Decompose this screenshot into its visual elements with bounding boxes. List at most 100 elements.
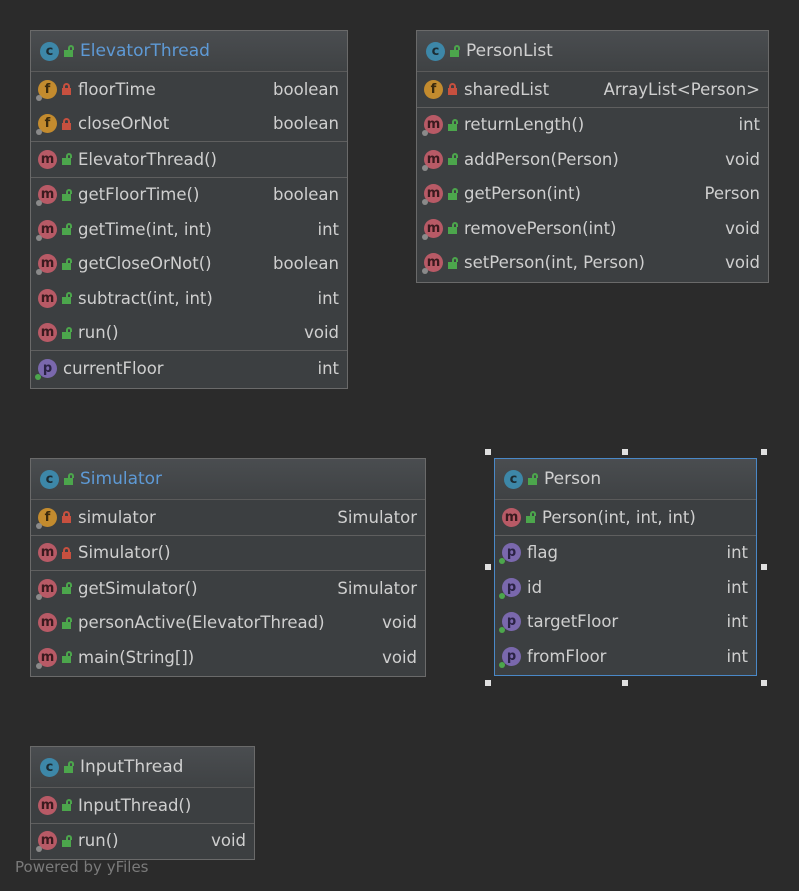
method-row[interactable]: m main(String[]) void [31, 640, 425, 675]
public-access-icon [62, 617, 72, 629]
method-row[interactable]: m getCloseOrNot() boolean [31, 247, 347, 282]
resize-handle-se[interactable] [761, 680, 767, 686]
resize-handle-s[interactable] [622, 680, 628, 686]
method-row[interactable]: m removePerson(int) void [417, 211, 768, 246]
method-row[interactable]: m getPerson(int) Person [417, 177, 768, 212]
public-access-icon [448, 222, 458, 235]
field-row[interactable]: f floorTime boolean [31, 72, 347, 107]
class-node-person-list[interactable]: c PersonList f sharedList ArrayList<Pers… [416, 30, 769, 283]
method-row[interactable]: m setPerson(int, Person) void [417, 246, 768, 281]
class-node-simulator[interactable]: c Simulator f simulator Simulator m Simu… [30, 458, 426, 677]
constructors-section: m Person(int, int, int) [495, 500, 756, 536]
method-return-type: void [211, 831, 246, 851]
public-access-icon [448, 153, 458, 166]
constructor-row[interactable]: m InputThread() [31, 788, 254, 823]
class-header: c PersonList [417, 31, 768, 72]
public-access-icon [64, 761, 74, 773]
method-name: removePerson(int) [464, 218, 617, 238]
resize-handle-sw[interactable] [485, 680, 491, 686]
class-name[interactable]: Simulator [80, 469, 162, 489]
public-access-icon [64, 45, 74, 57]
resize-handle-w[interactable] [485, 564, 491, 570]
class-node-elevator-thread[interactable]: c ElevatorThread f floorTime boolean f c… [30, 30, 348, 389]
field-icon: f [36, 79, 57, 101]
method-row[interactable]: m run() void [31, 824, 254, 859]
method-return-type: Simulator [337, 578, 417, 598]
method-return-type: int [317, 288, 339, 308]
properties-section: p flag int p id int p targetFloor int p … [495, 536, 756, 674]
method-name: run() [78, 831, 119, 851]
resize-handle-e[interactable] [761, 564, 767, 570]
class-header: c ElevatorThread [31, 31, 347, 72]
class-icon: c [40, 41, 59, 61]
method-icon: m [36, 254, 57, 276]
method-row[interactable]: m run() void [31, 316, 347, 351]
field-row[interactable]: f sharedList ArrayList<Person> [417, 72, 768, 107]
property-name: flag [527, 543, 558, 563]
property-row[interactable]: p currentFloor int [31, 351, 347, 386]
class-name[interactable]: InputThread [80, 757, 183, 777]
fields-section: f floorTime boolean f closeOrNot boolean [31, 72, 347, 142]
public-access-icon [62, 189, 72, 201]
public-access-icon [450, 45, 460, 57]
methods-section: m run() void [31, 824, 254, 859]
constructor-row[interactable]: m ElevatorThread() [31, 142, 347, 177]
resize-handle-n[interactable] [622, 449, 628, 455]
private-access-icon [62, 511, 72, 524]
method-row[interactable]: m personActive(ElevatorThread) void [31, 606, 425, 641]
method-row[interactable]: m addPerson(Person) void [417, 142, 768, 177]
method-return-type: boolean [273, 185, 339, 205]
method-name: getFloorTime() [78, 185, 200, 205]
field-icon: f [36, 507, 57, 529]
public-access-icon [448, 257, 458, 269]
field-type: boolean [273, 114, 339, 134]
class-header: c InputThread [31, 747, 254, 788]
constructors-section: m ElevatorThread() [31, 142, 347, 178]
public-access-icon [62, 835, 72, 847]
method-name: getTime(int, int) [78, 219, 212, 239]
field-row[interactable]: f closeOrNot boolean [31, 107, 347, 142]
method-icon: m [36, 219, 57, 241]
method-row[interactable]: m returnLength() int [417, 108, 768, 143]
property-row[interactable]: p fromFloor int [495, 639, 756, 674]
private-access-icon [62, 546, 72, 559]
property-row[interactable]: p flag int [495, 536, 756, 571]
constructor-name: ElevatorThread() [78, 149, 217, 169]
field-row[interactable]: f simulator Simulator [31, 500, 425, 535]
class-node-person[interactable]: c Person m Person(int, int, int) p flag … [494, 458, 757, 676]
field-type: Simulator [337, 507, 417, 527]
public-access-icon [62, 292, 72, 305]
method-return-type: Person [704, 184, 760, 204]
method-row[interactable]: m getSimulator() Simulator [31, 571, 425, 606]
property-row[interactable]: p targetFloor int [495, 605, 756, 640]
method-return-type: boolean [273, 254, 339, 274]
method-icon: m [422, 218, 443, 240]
constructor-row[interactable]: m Person(int, int, int) [495, 500, 756, 535]
property-type: int [726, 543, 748, 563]
constructor-row[interactable]: m Simulator() [31, 536, 425, 571]
property-icon: p [499, 612, 521, 634]
method-icon: m [38, 795, 57, 815]
public-access-icon [528, 473, 538, 485]
field-name: floorTime [78, 79, 156, 99]
class-name[interactable]: Person [544, 469, 601, 489]
method-name: run() [78, 323, 119, 343]
constructor-name: Simulator() [78, 543, 171, 563]
method-return-type: void [304, 323, 339, 343]
method-row[interactable]: m subtract(int, int) int [31, 281, 347, 316]
class-name[interactable]: ElevatorThread [80, 41, 210, 61]
class-name[interactable]: PersonList [466, 41, 553, 61]
class-icon: c [504, 469, 523, 489]
method-return-type: void [725, 218, 760, 238]
method-row[interactable]: m getTime(int, int) int [31, 212, 347, 247]
method-row[interactable]: m getFloorTime() boolean [31, 178, 347, 213]
public-access-icon [526, 511, 536, 524]
class-node-input-thread[interactable]: c InputThread m InputThread() m run() vo… [30, 746, 255, 860]
class-icon: c [40, 757, 59, 777]
property-name: fromFloor [527, 646, 607, 666]
class-header: c Person [495, 459, 756, 500]
resize-handle-ne[interactable] [761, 449, 767, 455]
properties-section: p currentFloor int [31, 351, 347, 386]
property-row[interactable]: p id int [495, 570, 756, 605]
resize-handle-nw[interactable] [485, 449, 491, 455]
